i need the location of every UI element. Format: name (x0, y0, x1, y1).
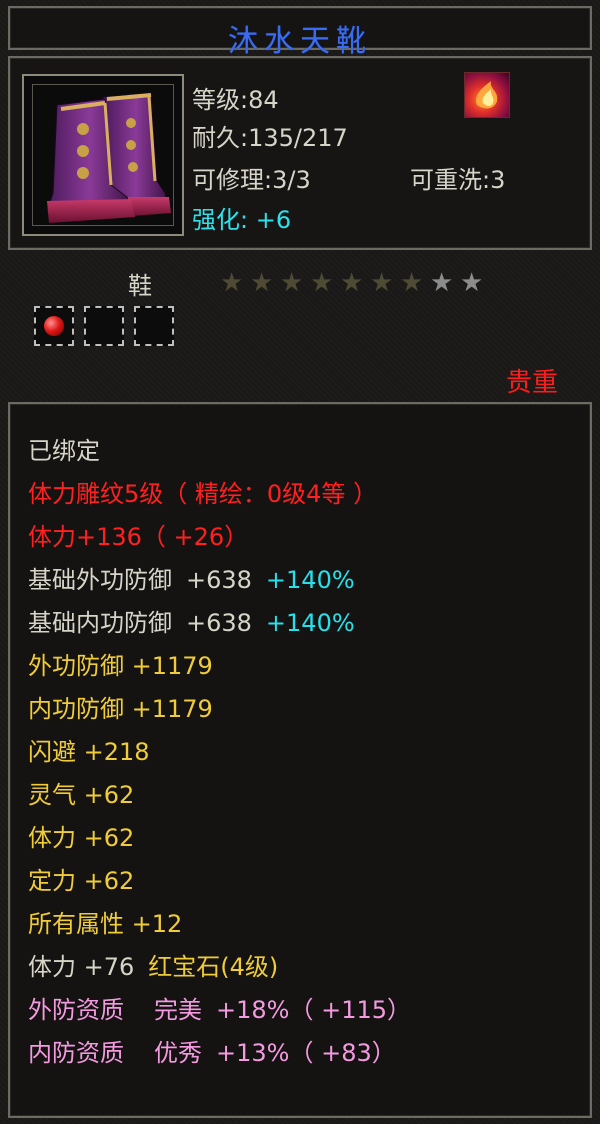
item-tooltip: 沐水天靴 等级:84 耐久:135/217 可修理:3/3 可重洗:3 强化: … (0, 0, 600, 1124)
quality-value: +13%（ +83） (216, 1039, 396, 1067)
spirit-line: 灵气 +62 (28, 781, 135, 809)
gem-socket-empty[interactable] (84, 306, 124, 346)
quality-label: 内防资质 (28, 1039, 124, 1067)
quality-grade: 优秀 (154, 1039, 202, 1067)
rewashable-text: 可重洗:3 (410, 166, 506, 194)
quality-value: +18%（ +115） (216, 996, 411, 1024)
repairable-text: 可修理:3/3 (192, 166, 311, 194)
all-attr-line: 所有属性 +12 (28, 910, 183, 938)
quality-grade: 完美 (154, 996, 202, 1024)
durability-text: 耐久:135/217 (192, 124, 348, 152)
star-icon: ★ (370, 268, 394, 298)
base-ext-def-line: 基础外功防御 +638 +140% (28, 565, 355, 595)
base-int-def-line: 基础内功防御 +638 +140% (28, 608, 355, 638)
attr-label: 基础内功防御 (28, 609, 172, 637)
quality-label: 外防资质 (28, 996, 124, 1024)
star-icon: ★ (460, 268, 484, 298)
gem-socket-empty[interactable] (134, 306, 174, 346)
stamina-main-line: 体力+136（ +26） (28, 523, 249, 551)
ext-def-line: 外功防御 +1179 (28, 652, 213, 680)
star-icon: ★ (310, 268, 334, 298)
attr-value: +638 (186, 566, 252, 594)
star-icon: ★ (220, 268, 244, 298)
int-def-line: 内功防御 +1179 (28, 695, 213, 723)
star-icon: ★ (400, 268, 424, 298)
attr-label: 基础外功防御 (28, 566, 172, 594)
int-quality-line: 内防资质 优秀 +13%（ +83） (28, 1038, 396, 1068)
attr-bonus: +140% (265, 566, 355, 594)
item-type-label: 鞋 (128, 272, 152, 300)
attr-bonus: +140% (265, 609, 355, 637)
item-name: 沐水天靴 (228, 24, 372, 59)
item-icon-frame[interactable] (22, 74, 184, 236)
title-bar: 沐水天靴 (8, 6, 592, 59)
star-icon: ★ (430, 268, 454, 298)
stamina-line: 体力 +62 (28, 824, 135, 852)
dodge-line: 闪避 +218 (28, 738, 150, 766)
gem-stat-line: 体力 +76 红宝石(4级) (28, 952, 278, 982)
gem-socket-ruby[interactable] (34, 306, 74, 346)
engrave-line: 体力雕纹5级（ 精绘：0级4等 ） (28, 480, 378, 508)
enhance-text: 强化: +6 (192, 206, 292, 234)
ext-quality-line: 外防资质 完美 +18%（ +115） (28, 995, 411, 1025)
rarity-label: 贵重 (505, 368, 558, 398)
level-text: 等级:84 (192, 86, 279, 114)
gem-name: 红宝石(4级) (148, 953, 279, 981)
ruby-gem-icon (44, 316, 64, 336)
fire-icon[interactable] (464, 72, 510, 118)
gem-stat: 体力 +76 (28, 953, 135, 981)
focus-line: 定力 +62 (28, 867, 135, 895)
star-icon: ★ (280, 268, 304, 298)
boots-icon (32, 84, 174, 226)
star-icon: ★ (340, 268, 364, 298)
attr-value: +638 (186, 609, 252, 637)
star-icon: ★ (250, 268, 274, 298)
bound-status: 已绑定 (28, 437, 100, 465)
